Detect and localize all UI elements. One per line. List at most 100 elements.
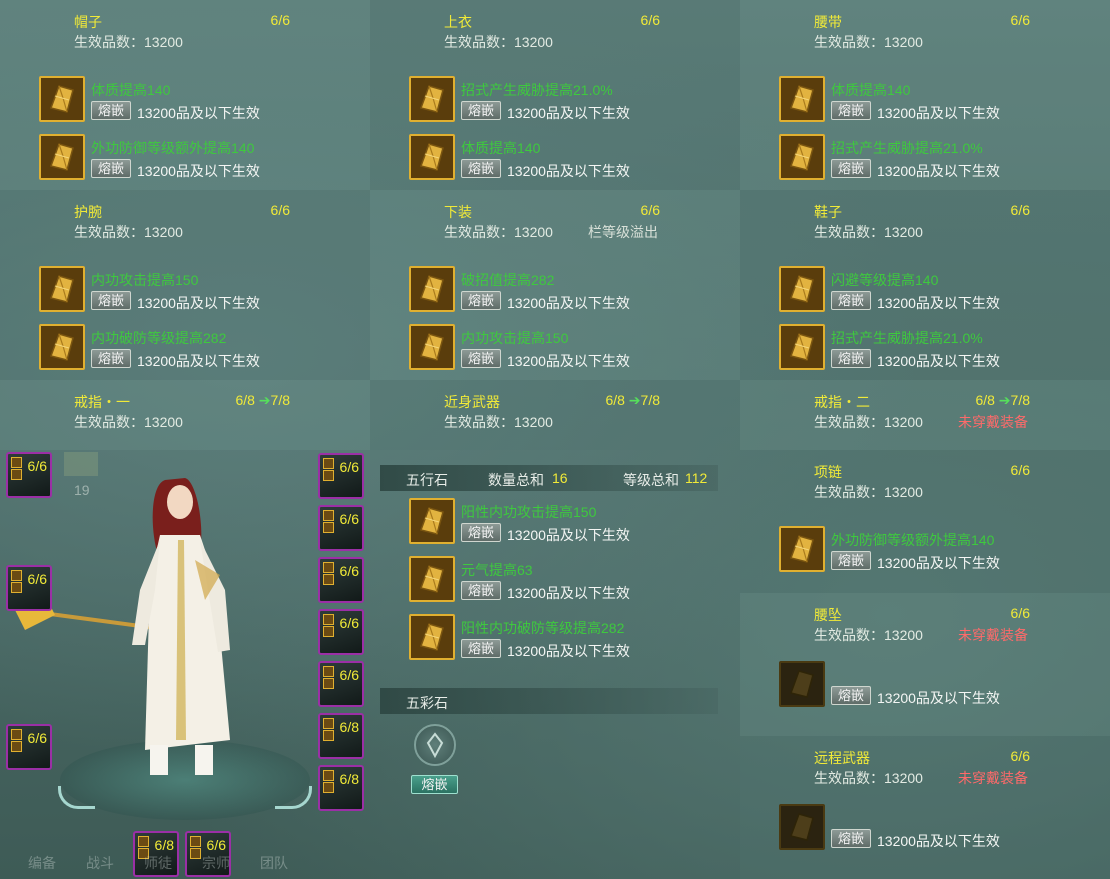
slot-panel-5: 鞋子 6/6 生效品数：13200 闪避等级提高140 熔嵌 13200品及以下生效 招式产… [740,190,1110,380]
inlay-button[interactable]: 熔嵌 [461,639,501,658]
slot-grade: 生效品数：13200 [814,770,923,786]
slot-count: 6/6 [1011,202,1030,218]
gem-mini-icon [323,626,334,637]
gem-mini-icon [323,718,334,729]
gem-slot[interactable] [779,661,825,707]
slot-count: 6/6 [641,202,660,218]
wuxing-gem-slot[interactable] [409,614,455,660]
wucai-slot[interactable] [414,724,456,766]
gem-slot[interactable] [409,134,455,180]
gem-icon [781,136,823,178]
inlay-button[interactable]: 熔嵌 [461,523,501,542]
inlay-button[interactable]: 熔嵌 [91,349,131,368]
equip-slot-count: 6/6 [339,459,359,475]
inlay-button[interactable]: 熔嵌 [461,291,501,310]
equip-slot[interactable]: 6/6 [318,661,364,707]
bottom-tab[interactable]: 宗师 [202,853,230,873]
gem-icon [41,78,83,120]
wuxing-gem-effect: 元气提高63 [461,562,533,578]
gem-mini-icon [323,470,334,481]
gem-effect: 内功破防等级提高282 [91,330,227,346]
inlay-button[interactable]: 熔嵌 [831,159,871,178]
effect-text: 13200品及以下生效 [507,163,630,179]
slot-grade: 生效品数：13200 [814,484,923,500]
gem-slot[interactable] [39,266,85,312]
inlay-button[interactable]: 熔嵌 [461,581,501,600]
slot-grade: 生效品数：13200 [814,414,923,430]
gem-icon [411,326,453,368]
gem-slot[interactable] [409,266,455,312]
equip-slot[interactable]: 6/6 [318,453,364,499]
gem-slot[interactable] [39,134,85,180]
inlay-button[interactable]: 熔嵌 [831,349,871,368]
slot-count: 6/6 [1011,12,1030,28]
equip-slot[interactable]: 6/8 [318,713,364,759]
slot-grade-note: 未穿戴装备 [958,627,1028,643]
effect-text: 13200品及以下生效 [507,643,630,659]
gem-slot[interactable] [779,266,825,312]
gem-mini-icon [323,522,334,533]
gem-slot[interactable] [779,526,825,572]
gem-icon [781,806,823,848]
inlay-button[interactable]: 熔嵌 [831,829,871,848]
gem-effect: 外功防御等级额外提高140 [91,140,255,156]
bottom-tab[interactable]: 编备 [28,853,56,873]
inlay-button[interactable]: 熔嵌 [831,686,871,705]
slot-count-value: 6/6 [270,202,290,218]
inlay-button[interactable]: 熔嵌 [461,101,501,120]
inlay-button[interactable]: 熔嵌 [461,349,501,368]
effect-text: 13200品及以下生效 [507,527,630,543]
gem-slot[interactable] [39,76,85,122]
wuxing-qty-label: 数量总和 [488,472,544,488]
gem-slot[interactable] [409,76,455,122]
gem-mini-icon [190,836,201,847]
bottom-tab[interactable]: 战斗 [86,853,114,873]
gem-slot[interactable] [409,324,455,370]
gem-slot[interactable] [779,134,825,180]
gem-slot[interactable] [779,324,825,370]
gem-icon [781,78,823,120]
gem-icon [411,500,453,542]
equip-slot[interactable]: 6/6 [318,557,364,603]
inlay-button[interactable]: 熔嵌 [831,291,871,310]
effect-text: 13200品及以下生效 [137,295,260,311]
gem-mini-icon [323,510,334,521]
gem-icon [41,268,83,310]
equip-slot[interactable]: 6/6 [6,565,52,611]
equip-slot-count: 6/6 [339,563,359,579]
inlay-button[interactable]: 熔嵌 [461,159,501,178]
gem-mini-icon [323,782,334,793]
gem-slot[interactable] [779,804,825,850]
wucai-inlay-button[interactable]: 熔嵌 [411,775,458,794]
gem-effect: 招式产生威胁提高21.0% [831,330,983,346]
equip-slot[interactable]: 6/6 [318,609,364,655]
gem-mini-icon [11,570,22,581]
bottom-tab[interactable]: 师徒 [144,853,172,873]
gem-slot[interactable] [39,324,85,370]
gem-effect: 招式产生威胁提高21.0% [831,140,983,156]
equip-slot[interactable]: 6/6 [6,452,52,498]
slot-grade-note: 未穿戴装备 [958,414,1028,430]
inlay-button[interactable]: 熔嵌 [831,551,871,570]
inlay-button[interactable]: 熔嵌 [91,101,131,120]
inlay-button[interactable]: 熔嵌 [831,101,871,120]
gem-icon [41,136,83,178]
slot-grade: 生效品数：13200 [74,224,183,240]
slot-count-value: 6/6 [1010,462,1030,478]
wuxing-gem-slot[interactable] [409,498,455,544]
inlay-button[interactable]: 熔嵌 [91,291,131,310]
wucai-header: 五彩石 [380,688,718,714]
gem-mini-icon [323,666,334,677]
effect-text: 13200品及以下生效 [877,555,1000,571]
equip-slot[interactable]: 6/6 [318,505,364,551]
equip-slot[interactable]: 6/8 [318,765,364,811]
bottom-tab[interactable]: 团队 [260,853,288,873]
wuxing-gem-slot[interactable] [409,556,455,602]
gem-slot[interactable] [779,76,825,122]
equip-slot[interactable]: 6/6 [6,724,52,770]
inlay-button[interactable]: 熔嵌 [91,159,131,178]
slot-count: 6/6 [1011,748,1030,764]
slot-grade: 生效品数：13200 [814,627,923,643]
misc-number: 19 [74,482,90,498]
gem-icon [411,136,453,178]
